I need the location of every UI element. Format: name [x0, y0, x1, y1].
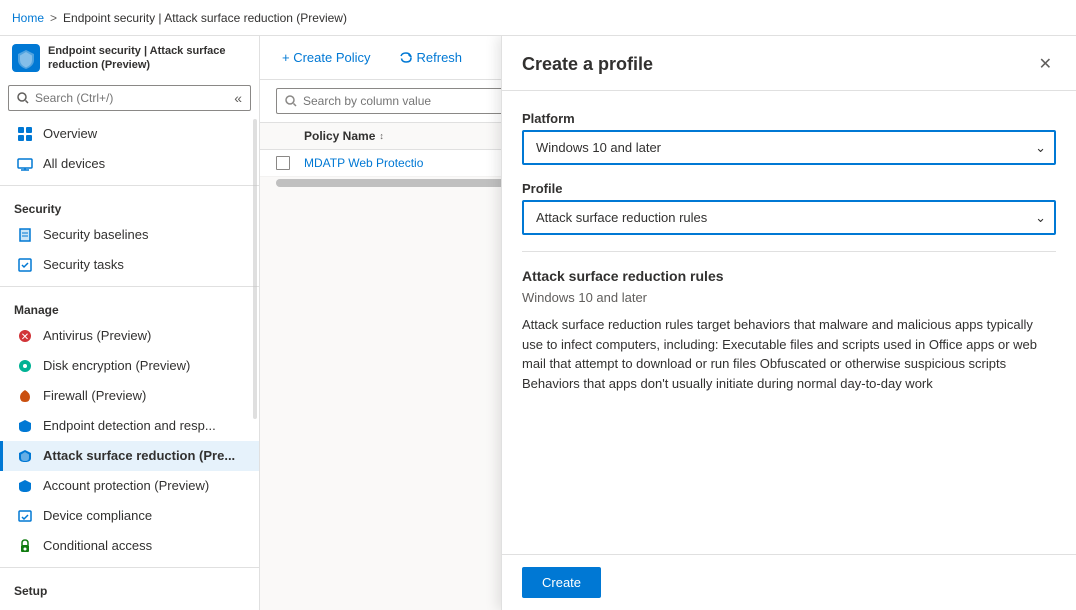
sidebar-item-label: Antivirus (Preview): [43, 328, 151, 343]
sidebar-item-label: Account protection (Preview): [43, 478, 209, 493]
platform-select-wrapper: Windows 10 and later macOS ⌄: [522, 130, 1056, 165]
sidebar-header: Endpoint security | Attack surface reduc…: [0, 36, 259, 81]
sidebar-divider-3: [0, 567, 259, 568]
sidebar-item-microsoft-defender[interactable]: Microsoft Defender ATP: [0, 602, 259, 610]
sidebar-section-manage: Manage: [0, 293, 259, 321]
sidebar-item-antivirus[interactable]: ✕ Antivirus (Preview): [0, 321, 259, 351]
content-search-input[interactable]: [303, 94, 503, 108]
compliance-icon: [17, 508, 33, 524]
sidebar-collapse-button[interactable]: «: [234, 90, 242, 106]
tasks-icon: [17, 257, 33, 273]
profile-select-wrapper: Attack surface reduction rules App and b…: [522, 200, 1056, 235]
create-profile-panel: Create a profile ✕ Platform Windows 10 a…: [501, 36, 1076, 610]
sidebar-item-label: Firewall (Preview): [43, 388, 146, 403]
sidebar-item-label: Security tasks: [43, 257, 124, 272]
sidebar-item-label: Attack surface reduction (Pre...: [43, 448, 235, 463]
breadcrumb-sep: >: [50, 11, 57, 25]
sidebar-item-overview[interactable]: Overview: [0, 119, 259, 149]
breadcrumb: Home > Endpoint security | Attack surfac…: [0, 0, 1076, 36]
endpoint-security-logo: [12, 44, 40, 72]
row-checkbox[interactable]: [276, 156, 304, 170]
sidebar-item-conditional-access[interactable]: Conditional access: [0, 531, 259, 561]
profile-label: Profile: [522, 181, 1056, 196]
sidebar-search-container: «: [8, 85, 251, 111]
breadcrumb-home[interactable]: Home: [12, 11, 44, 25]
refresh-button[interactable]: Refresh: [393, 46, 469, 69]
grid-icon: [17, 126, 33, 142]
sidebar-item-firewall[interactable]: Firewall (Preview): [0, 381, 259, 411]
sidebar: Endpoint security | Attack surface reduc…: [0, 36, 260, 610]
platform-form-group: Platform Windows 10 and later macOS ⌄: [522, 111, 1056, 165]
antivirus-icon: ✕: [17, 328, 33, 344]
refresh-icon: [399, 51, 413, 65]
sort-icon: ↕: [379, 131, 384, 141]
sidebar-scrollbar[interactable]: [253, 119, 257, 419]
platform-select[interactable]: Windows 10 and later macOS: [522, 130, 1056, 165]
attack-icon: [17, 448, 33, 464]
panel-header: Create a profile ✕: [502, 36, 1076, 91]
sidebar-section-setup: Setup: [0, 574, 259, 602]
profile-form-group: Profile Attack surface reduction rules A…: [522, 181, 1056, 235]
search-icon: [17, 92, 29, 104]
account-icon: [17, 478, 33, 494]
disk-icon: [17, 358, 33, 374]
sidebar-divider-1: [0, 185, 259, 186]
breadcrumb-current: Endpoint security | Attack surface reduc…: [63, 11, 347, 25]
create-policy-button[interactable]: + Create Policy: [276, 46, 377, 69]
sidebar-item-label: All devices: [43, 156, 105, 171]
endpoint-icon: [17, 418, 33, 434]
panel-body: Platform Windows 10 and later macOS ⌄ Pr…: [502, 91, 1076, 554]
sidebar-item-endpoint-detection[interactable]: Endpoint detection and resp...: [0, 411, 259, 441]
platform-label: Platform: [522, 111, 1056, 126]
panel-section-title: Attack surface reduction rules: [522, 268, 1056, 284]
content-area: + Create Policy Refresh: [260, 36, 1076, 610]
panel-footer: Create: [502, 554, 1076, 610]
sidebar-item-device-compliance[interactable]: Device compliance: [0, 501, 259, 531]
sidebar-app-title: Endpoint security | Attack surface reduc…: [48, 44, 228, 73]
sidebar-section-security: Security: [0, 192, 259, 220]
baselines-icon: [17, 227, 33, 243]
panel-section-subtitle: Windows 10 and later: [522, 290, 1056, 305]
panel-section-info: Attack surface reduction rules Windows 1…: [522, 268, 1056, 393]
panel-close-button[interactable]: ✕: [1035, 50, 1056, 78]
search-content-icon: [285, 95, 297, 107]
sidebar-navigation: Overview All devices Security: [0, 119, 259, 610]
sidebar-item-all-devices[interactable]: All devices: [0, 149, 259, 179]
sidebar-divider-2: [0, 286, 259, 287]
panel-title: Create a profile: [522, 54, 653, 75]
firewall-icon: [17, 388, 33, 404]
create-button[interactable]: Create: [522, 567, 601, 598]
sidebar-item-label: Disk encryption (Preview): [43, 358, 190, 373]
access-icon: [17, 538, 33, 554]
profile-select[interactable]: Attack surface reduction rules App and b…: [522, 200, 1056, 235]
sidebar-item-label: Security baselines: [43, 227, 149, 242]
svg-text:✕: ✕: [21, 332, 29, 343]
panel-description: Attack surface reduction rules target be…: [522, 315, 1056, 393]
sidebar-item-label: Device compliance: [43, 508, 152, 523]
panel-divider: [522, 251, 1056, 252]
devices-icon: [17, 156, 33, 172]
sidebar-item-label: Overview: [43, 126, 97, 141]
sidebar-item-account-protection[interactable]: Account protection (Preview): [0, 471, 259, 501]
sidebar-item-attack-surface[interactable]: Attack surface reduction (Pre...: [0, 441, 259, 471]
sidebar-item-disk-encryption[interactable]: Disk encryption (Preview): [0, 351, 259, 381]
sidebar-item-security-tasks[interactable]: Security tasks: [0, 250, 259, 280]
sidebar-item-label: Endpoint detection and resp...: [43, 418, 216, 433]
sidebar-search-input[interactable]: [35, 91, 175, 105]
sidebar-item-label: Conditional access: [43, 538, 152, 553]
sidebar-item-security-baselines[interactable]: Security baselines: [0, 220, 259, 250]
